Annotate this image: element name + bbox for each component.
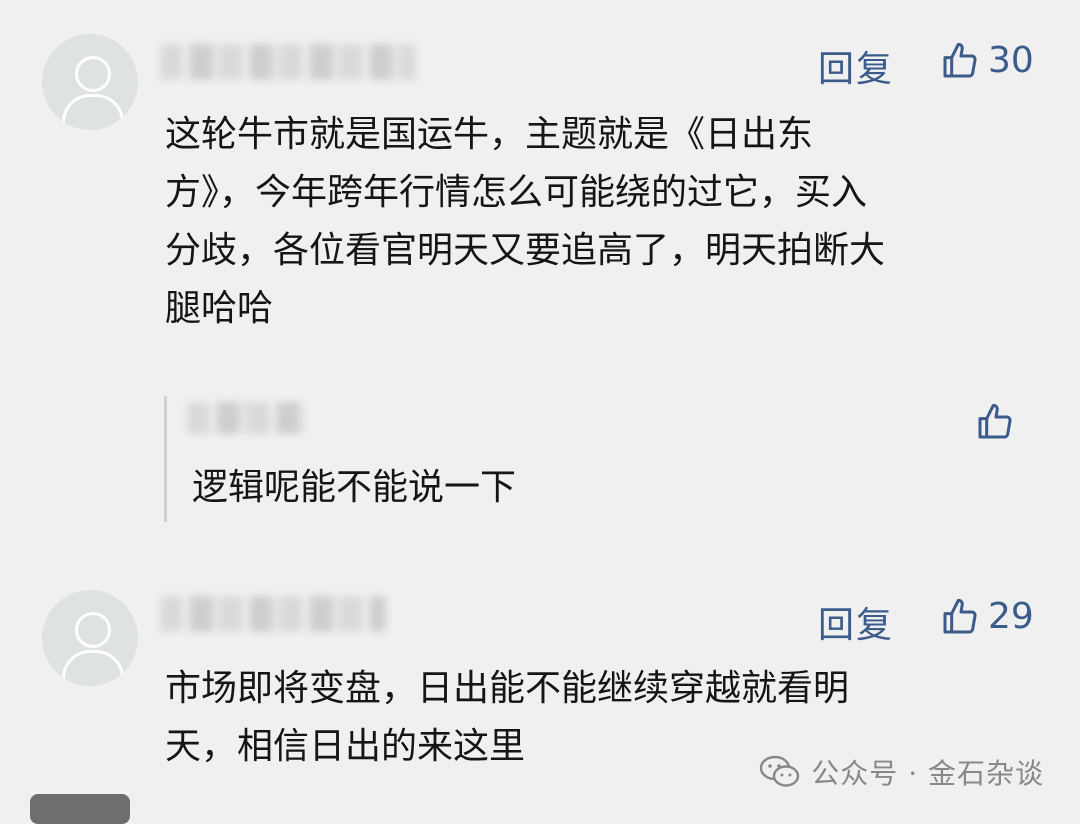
comment-line: 方》，今年跨年行情怎么可能绕的过它，买入 [165, 172, 868, 213]
comment-line: 市场即将变盘，日出能不能继续穿越就看明 [165, 668, 850, 709]
watermark-text: 公众号 · 金石杂谈 [811, 757, 1044, 790]
like-button[interactable]: 30 [940, 40, 1034, 81]
username-blurred[interactable] [160, 596, 386, 632]
like-count: 30 [988, 40, 1034, 81]
sub-reply-text: 逻辑呢能不能说一下 [192, 467, 517, 508]
thumbs-up-icon [978, 403, 1012, 439]
like-count: 29 [988, 596, 1034, 637]
avatar[interactable] [42, 34, 138, 130]
avatar[interactable] [42, 590, 138, 686]
sub-reply-username-blurred[interactable] [187, 402, 307, 434]
reply-button[interactable]: 回复 [818, 596, 894, 648]
input-bar-edge[interactable] [30, 794, 130, 824]
like-button[interactable]: 29 [940, 596, 1034, 637]
comment-line: 分歧，各位看官明天又要追高了，明天拍断大 [165, 230, 886, 271]
thumbs-up-icon [943, 42, 977, 77]
wechat-icon [760, 755, 800, 787]
sub-reply-like-button[interactable] [975, 402, 1015, 442]
username-blurred[interactable] [160, 44, 416, 80]
comment-line: 这轮牛市就是国运牛，主题就是《日出东 [165, 114, 814, 155]
user-avatar-icon [75, 56, 111, 92]
watermark: 公众号 · 金石杂谈 [759, 752, 1044, 792]
reply-button[interactable]: 回复 [818, 40, 894, 92]
sub-reply: 逻辑呢能不能说一下 [164, 396, 1037, 522]
comment-text: 这轮牛市就是国运牛，主题就是《日出东 方》，今年跨年行情怎么可能绕的过它，买入 … [165, 106, 1015, 338]
comment-line: 腿哈哈 [165, 288, 274, 329]
user-avatar-icon [75, 612, 111, 648]
thumbs-up-icon [943, 598, 977, 633]
